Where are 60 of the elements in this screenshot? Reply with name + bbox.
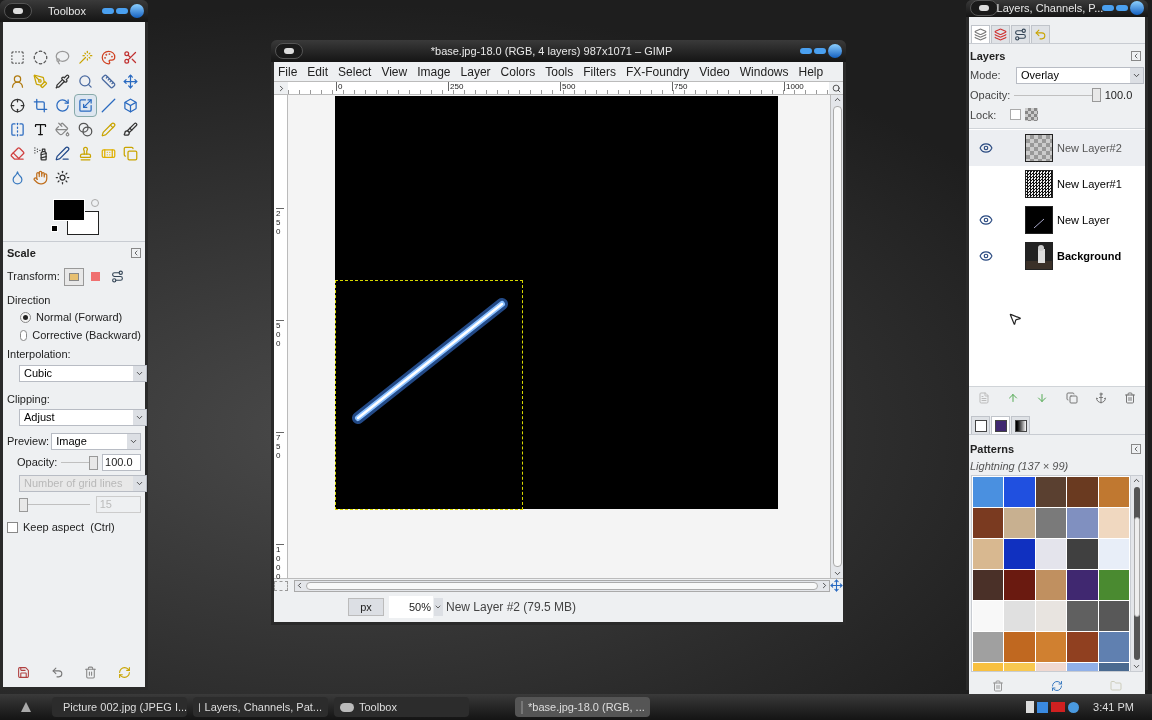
menu-item[interactable]: Select [338, 62, 372, 81]
menu-item[interactable]: Video [699, 62, 730, 81]
radio-label[interactable]: Normal (Forward) [36, 308, 123, 326]
layer-name: New Layer#1 [1057, 176, 1122, 192]
ruler-label: 500 [276, 320, 284, 348]
pattern-name: Lightning (137 × 99) [969, 458, 1070, 474]
menu-item[interactable]: Tools [545, 62, 574, 81]
interpolation-dropdown[interactable]: Cubic [19, 364, 147, 382]
opacity-spinbox[interactable]: 100.0 [102, 454, 141, 471]
menu-item[interactable]: Colors [500, 62, 536, 81]
ruler-label: 500 [560, 82, 576, 91]
clipping-dropdown[interactable]: Adjust [19, 409, 147, 426]
taskbar-button[interactable]: Toolbox [334, 697, 469, 717]
menu-item[interactable]: View [381, 62, 408, 81]
zoom-field[interactable]: 50% [389, 596, 433, 618]
patterns-title: Patterns [970, 442, 1015, 457]
window-title: Layers, Channels, P... [996, 1, 1104, 16]
menu-item[interactable]: Filters [583, 62, 616, 81]
ruler-label: 1000 [276, 544, 284, 581]
window-title: Toolbox [48, 3, 86, 19]
layer-row[interactable]: New Layer#2 [969, 130, 1145, 166]
taskbar-button[interactable]: Layers, Channels, Pat... [193, 697, 328, 717]
menu-item[interactable]: FX-Foundry [625, 62, 690, 81]
layer-name: New Layer [1057, 212, 1110, 228]
layer-name: New Layer#2 [1057, 140, 1122, 156]
tool-options-title: Scale [7, 246, 36, 261]
opacity-spinbox[interactable]: 100.0 [1104, 87, 1144, 103]
radio-label[interactable]: Corrective (Backward) [32, 326, 141, 344]
taskbar-button[interactable]: *base.jpg-18.0 (RGB, ... [515, 697, 650, 717]
window-title: *base.jpg-18.0 (RGB, 4 layers) 987x1071 – GIMP [430, 43, 673, 59]
lock-label: Lock: [970, 107, 998, 123]
transform-label: Transform: [7, 269, 60, 285]
ruler-label: 750 [276, 432, 284, 460]
layer-name: Background [1057, 248, 1122, 264]
ruler-label: 250 [448, 82, 464, 91]
preview-dropdown[interactable]: Image [51, 433, 141, 450]
ruler-label: 1000 [784, 82, 804, 91]
keep-aspect-checkbox[interactable]: Keep aspect (Ctrl) [7, 519, 141, 535]
mode-dropdown[interactable]: Overlay [1016, 67, 1144, 84]
opacity-label: Opacity: [17, 455, 58, 471]
interpolation-label: Interpolation: [7, 347, 72, 362]
menu-item[interactable]: File [278, 62, 298, 81]
unit-dropdown[interactable]: px [348, 598, 384, 616]
menu-item[interactable]: Layer [460, 62, 491, 81]
direction-label: Direction [7, 292, 52, 308]
menu-item[interactable]: Help [798, 62, 824, 81]
clock: 3:41 PM [1093, 699, 1134, 715]
preview-label: Preview: [7, 434, 50, 450]
ruler-label: 750 [672, 82, 688, 91]
ruler-label: 0 [336, 82, 343, 91]
taskbar-button[interactable]: Picture 002.jpg (JPEG I... [52, 697, 187, 717]
mode-label: Mode: [970, 68, 1002, 84]
opacity-label: Opacity: [970, 88, 1011, 103]
clipping-label: Clipping: [7, 391, 51, 407]
menu-item[interactable]: Image [417, 62, 451, 81]
menu-item[interactable]: Edit [307, 62, 329, 81]
ruler-label: 250 [276, 208, 284, 236]
layers-title: Layers [970, 48, 1006, 64]
status-text: New Layer #2 (79.5 MB) [446, 599, 577, 616]
menu-item[interactable]: Windows [739, 62, 789, 81]
